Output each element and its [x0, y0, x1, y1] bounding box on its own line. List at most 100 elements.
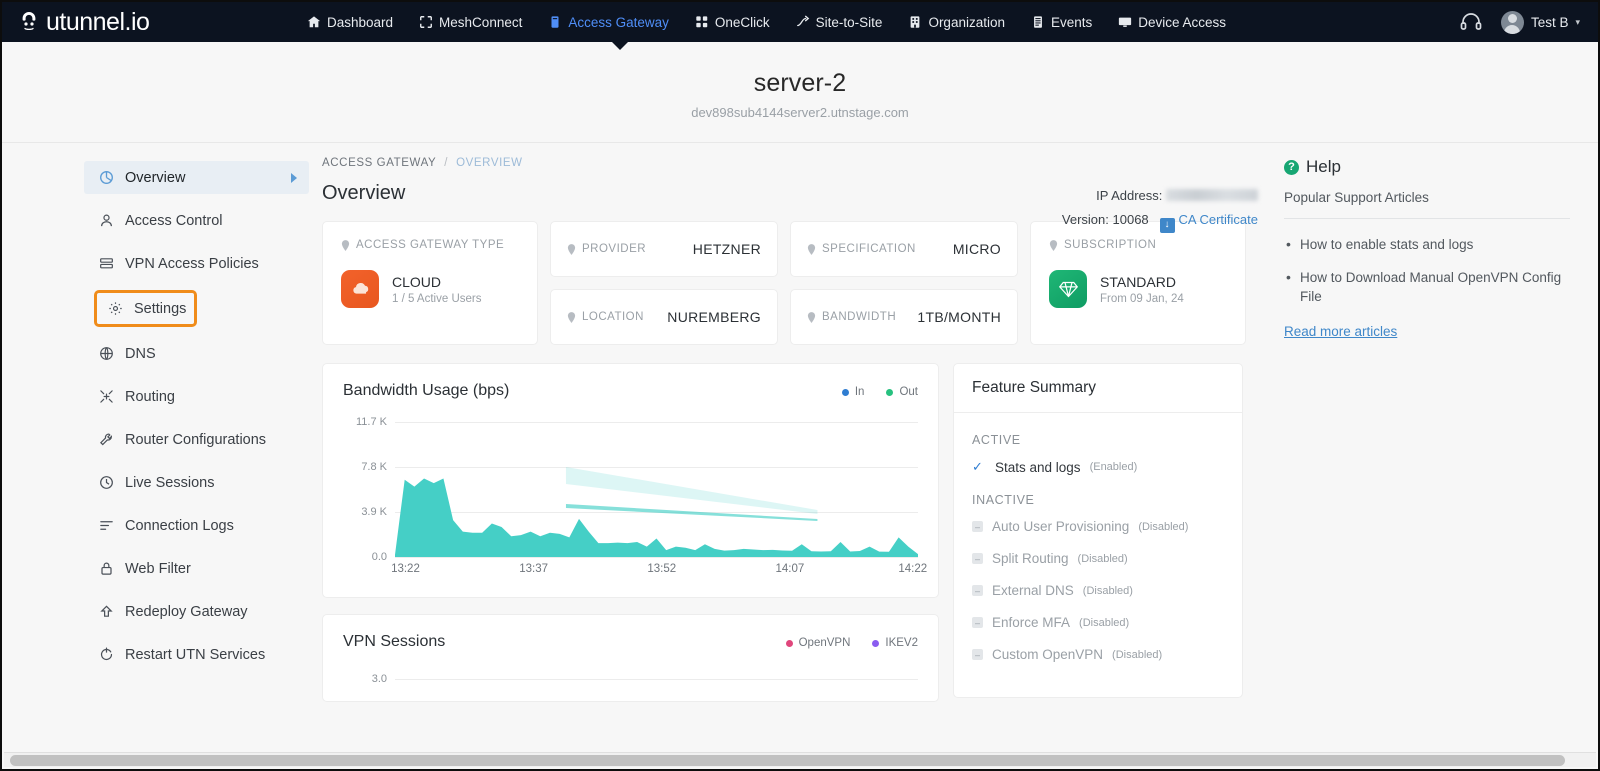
x-tick-4: 14:22: [898, 563, 928, 575]
gateway-icon: [548, 15, 562, 29]
help-article-1[interactable]: How to enable stats and logs: [1284, 234, 1570, 255]
scrollbar-thumb[interactable]: [10, 755, 1565, 766]
user-menu[interactable]: Test B ▾: [1500, 10, 1580, 34]
read-more-articles-link[interactable]: Read more articles: [1284, 324, 1397, 339]
horizontal-scrollbar[interactable]: [4, 752, 1596, 767]
bandwidth-x-axis: 13:22 13:37 13:52 14:07 14:22: [391, 563, 927, 585]
legend-label-openvpn: OpenVPN: [798, 637, 851, 649]
nav-label: OneClick: [714, 14, 770, 30]
legend-item-openvpn[interactable]: OpenVPN: [785, 637, 851, 649]
pin-icon: [807, 243, 816, 255]
bandwidth-chart-legend: In Out: [841, 382, 918, 398]
card-column-provider-location: PROVIDER HETZNER LOCATION NUREMBERG: [550, 221, 778, 345]
nav-item-events[interactable]: Events: [1031, 15, 1092, 30]
version-value: 10068: [1112, 212, 1149, 228]
sidebar-item-access-control[interactable]: Access Control: [84, 204, 309, 237]
breadcrumb-current: OVERVIEW: [456, 157, 523, 169]
user-name: Test B: [1530, 14, 1569, 30]
sidebar-item-label: Access Control: [125, 212, 223, 229]
dash-icon: –: [972, 585, 983, 596]
routing-icon: [98, 389, 114, 405]
sidebar-item-dns[interactable]: DNS: [84, 337, 309, 370]
card-label-text: SPECIFICATION: [822, 243, 916, 255]
dash-icon: –: [972, 617, 983, 628]
top-navigation-bar: utunnel.io Dashboard MeshConnect Access …: [2, 2, 1598, 50]
feature-state: (Disabled): [1082, 584, 1133, 597]
sidebar-item-redeploy-gateway[interactable]: Redeploy Gateway: [84, 595, 309, 628]
sidebar-item-label: Router Configurations: [125, 431, 267, 448]
y-tick-3: 11.7 K: [356, 416, 387, 428]
nav-item-site-to-site[interactable]: Site-to-Site: [796, 15, 882, 30]
monitor-icon: [1118, 15, 1132, 29]
clock-icon: [98, 475, 114, 491]
feature-row-external-dns: – External DNS (Disabled): [972, 583, 1224, 598]
headset-icon[interactable]: [1459, 10, 1483, 34]
download-icon[interactable]: ↓: [1159, 217, 1175, 233]
sidebar-item-label: Web Filter: [125, 560, 191, 577]
legend-item-out[interactable]: Out: [886, 386, 918, 398]
nav-item-meshconnect[interactable]: MeshConnect: [419, 15, 522, 30]
legend-label-ikev2: IKEV2: [885, 637, 918, 649]
breadcrumb-parent[interactable]: ACCESS GATEWAY: [322, 157, 436, 169]
bandwidth-chart-header: Bandwidth Usage (bps) In Out: [343, 382, 918, 400]
card-column-spec-bandwidth: SPECIFICATION MICRO BANDWIDTH 1TB/MONTH: [790, 221, 1018, 345]
help-title-row: ? Help: [1284, 157, 1570, 177]
vpn-sessions-plot: 3.0: [343, 673, 918, 701]
help-article-2[interactable]: How to Download Manual OpenVPN Config Fi…: [1284, 267, 1570, 307]
sidebar-item-label: Overview: [125, 169, 186, 186]
feature-name: Auto User Provisioning: [992, 519, 1130, 534]
main-content: ACCESS GATEWAY / OVERVIEW Overview ACCES…: [322, 143, 1268, 748]
legend-item-ikev2[interactable]: IKEV2: [872, 637, 918, 649]
nav-item-access-gateway[interactable]: Access Gateway: [548, 15, 669, 30]
card-gateway-type: ACCESS GATEWAY TYPE CLOUD 1 / 5 Active U…: [322, 221, 538, 345]
sidebar-item-settings[interactable]: Settings: [94, 290, 197, 327]
avatar: [1500, 10, 1524, 34]
dash-icon: –: [972, 521, 983, 532]
nav-label: Events: [1050, 14, 1093, 30]
person-icon: [98, 213, 114, 229]
legend-item-in[interactable]: In: [841, 386, 864, 398]
brand-logo[interactable]: utunnel.io: [16, 8, 150, 37]
version-row: Version: 10068 ↓ CA Certificate: [1062, 208, 1258, 233]
bandwidth-plot: 11.7 K 7.8 K 3.9 K 0.0: [343, 416, 918, 563]
feature-state: (Disabled): [1077, 552, 1128, 565]
card-specification: SPECIFICATION MICRO: [790, 221, 1018, 277]
sidebar-item-web-filter[interactable]: Web Filter: [84, 552, 309, 585]
nav-right-group: Test B ▾: [1459, 2, 1580, 42]
vpn-sessions-chart-header: VPN Sessions OpenVPN IKEV2: [343, 633, 918, 651]
sidebar: Overview Access Control VPN Access Polic…: [2, 143, 322, 748]
nav-item-dashboard[interactable]: Dashboard: [307, 15, 393, 30]
sidebar-item-vpn-access-policies[interactable]: VPN Access Policies: [84, 247, 309, 280]
sidebar-item-connection-logs[interactable]: Connection Logs: [84, 509, 309, 542]
sidebar-item-live-sessions[interactable]: Live Sessions: [84, 466, 309, 499]
feature-name: External DNS: [992, 583, 1074, 598]
feature-row-custom-openvpn: – Custom OpenVPN (Disabled): [972, 647, 1224, 662]
feature-state: (Enabled): [1089, 461, 1138, 473]
info-cards: ACCESS GATEWAY TYPE CLOUD 1 / 5 Active U…: [322, 221, 1250, 345]
sidebar-item-overview[interactable]: Overview: [84, 161, 309, 194]
vpn-sessions-chart-card: VPN Sessions OpenVPN IKEV2 3.0: [322, 614, 939, 702]
help-subtitle: Popular Support Articles: [1284, 190, 1570, 219]
sidebar-item-restart-utn-services[interactable]: Restart UTN Services: [84, 638, 309, 671]
nav-label: Device Access: [1138, 14, 1227, 30]
home-icon: [307, 15, 321, 29]
sidebar-item-router-configurations[interactable]: Router Configurations: [84, 423, 309, 456]
legend-dot-ikev2: [872, 639, 880, 647]
pie-chart-icon: [98, 170, 114, 186]
nav-item-oneclick[interactable]: OneClick: [695, 15, 770, 30]
card-label-text: LOCATION: [582, 311, 644, 323]
bandwidth-chart-card: Bandwidth Usage (bps) In Out 11.7 K 7.8 …: [322, 363, 939, 598]
nav-item-device-access[interactable]: Device Access: [1118, 15, 1226, 30]
chevron-down-icon: ▾: [1575, 16, 1580, 27]
redeploy-icon: [98, 604, 114, 620]
card-label-text: ACCESS GATEWAY TYPE: [356, 239, 505, 251]
ca-certificate-link[interactable]: CA Certificate: [1179, 212, 1258, 227]
bandwidth-chart-title: Bandwidth Usage (bps): [343, 382, 510, 399]
active-tab-pointer: [611, 41, 629, 50]
sidebar-item-routing[interactable]: Routing: [84, 380, 309, 413]
card-label: BANDWIDTH: [807, 311, 896, 323]
feature-state: (Disabled): [1138, 520, 1189, 533]
help-question-icon: ?: [1284, 159, 1299, 175]
nav-item-organization[interactable]: Organization: [908, 15, 1005, 30]
utunnel-logo-icon: [16, 9, 42, 35]
